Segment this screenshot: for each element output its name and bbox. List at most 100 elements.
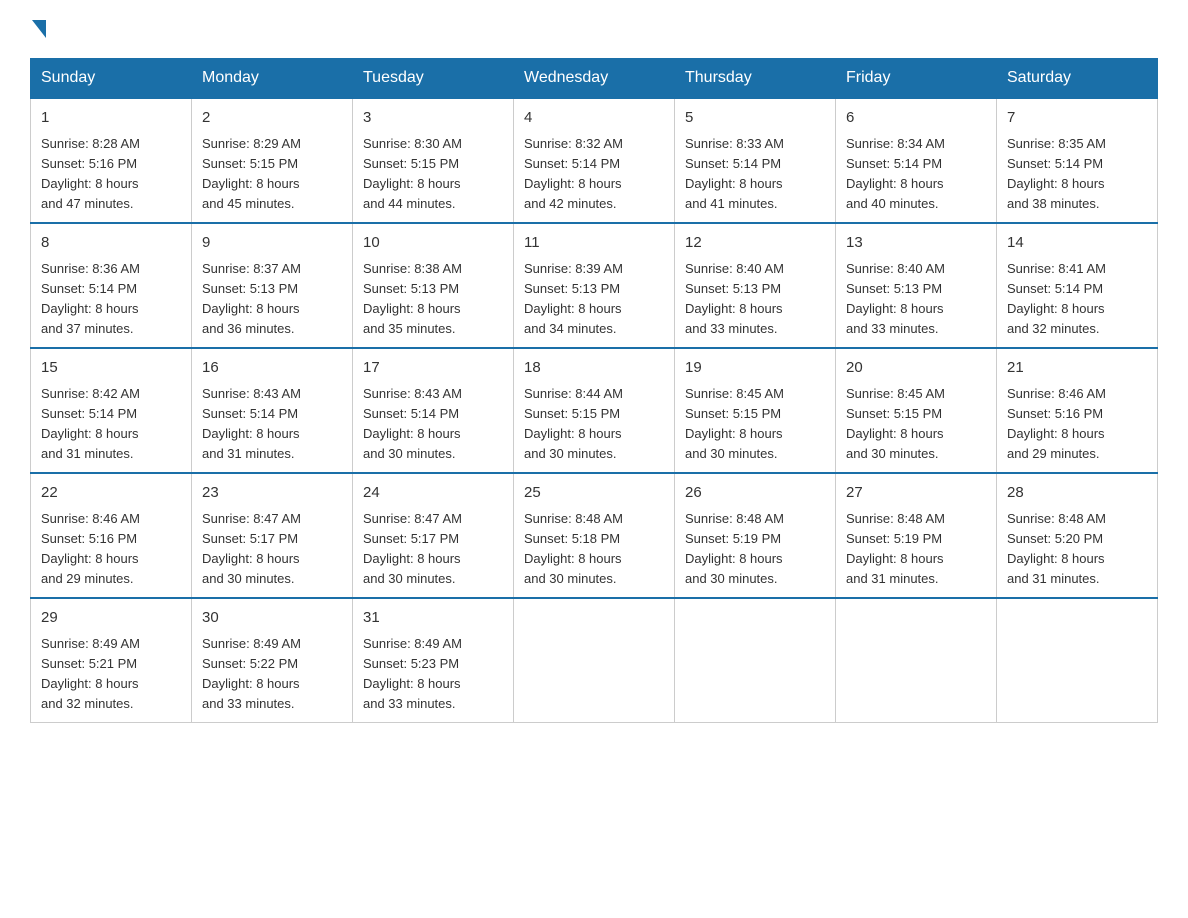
day-number: 9 — [202, 232, 342, 255]
calendar-day-cell: 5 Sunrise: 8:33 AMSunset: 5:14 PMDaylight… — [675, 98, 836, 223]
day-number: 22 — [41, 482, 181, 505]
header-wednesday: Wednesday — [514, 59, 675, 99]
day-number: 30 — [202, 607, 342, 630]
day-number: 2 — [202, 107, 342, 130]
calendar-day-cell: 17 Sunrise: 8:43 AMSunset: 5:14 PMDayligh… — [353, 348, 514, 473]
calendar-day-cell — [675, 598, 836, 723]
header-monday: Monday — [192, 59, 353, 99]
day-number: 31 — [363, 607, 503, 630]
day-number: 24 — [363, 482, 503, 505]
calendar-day-cell: 6 Sunrise: 8:34 AMSunset: 5:14 PMDaylight… — [836, 98, 997, 223]
day-number: 16 — [202, 357, 342, 380]
calendar-header-row: SundayMondayTuesdayWednesdayThursdayFrid… — [31, 59, 1158, 99]
calendar-day-cell: 27 Sunrise: 8:48 AMSunset: 5:19 PMDayligh… — [836, 473, 997, 598]
calendar-day-cell: 3Sunrise: 8:30 AMSunset: 5:15 PMDaylight… — [353, 98, 514, 223]
calendar-day-cell: 12 Sunrise: 8:40 AMSunset: 5:13 PMDayligh… — [675, 223, 836, 348]
calendar-week-row: 15 Sunrise: 8:42 AMSunset: 5:14 PMDayligh… — [31, 348, 1158, 473]
calendar-day-cell: 9 Sunrise: 8:37 AMSunset: 5:13 PMDaylight… — [192, 223, 353, 348]
calendar-day-cell: 2 Sunrise: 8:29 AMSunset: 5:15 PMDaylight… — [192, 98, 353, 223]
day-number: 4 — [524, 107, 664, 130]
calendar-day-cell: 20 Sunrise: 8:45 AMSunset: 5:15 PMDayligh… — [836, 348, 997, 473]
day-number: 17 — [363, 357, 503, 380]
calendar-day-cell: 23 Sunrise: 8:47 AMSunset: 5:17 PMDayligh… — [192, 473, 353, 598]
day-info: Sunrise: 8:39 AMSunset: 5:13 PMDaylight:… — [524, 259, 664, 340]
day-info: Sunrise: 8:28 AMSunset: 5:16 PMDaylight:… — [41, 134, 181, 215]
calendar-day-cell: 28Sunrise: 8:48 AMSunset: 5:20 PMDayligh… — [997, 473, 1158, 598]
day-number: 29 — [41, 607, 181, 630]
day-number: 12 — [685, 232, 825, 255]
day-number: 10 — [363, 232, 503, 255]
calendar-day-cell: 18 Sunrise: 8:44 AMSunset: 5:15 PMDayligh… — [514, 348, 675, 473]
calendar-day-cell: 25Sunrise: 8:48 AMSunset: 5:18 PMDayligh… — [514, 473, 675, 598]
day-number: 20 — [846, 357, 986, 380]
day-info: Sunrise: 8:49 AMSunset: 5:23 PMDaylight:… — [363, 634, 503, 715]
day-info: Sunrise: 8:38 AMSunset: 5:13 PMDaylight:… — [363, 259, 503, 340]
day-info: Sunrise: 8:36 AMSunset: 5:14 PMDaylight:… — [41, 259, 181, 340]
calendar-week-row: 22 Sunrise: 8:46 AMSunset: 5:16 PMDayligh… — [31, 473, 1158, 598]
day-number: 7 — [1007, 107, 1147, 130]
day-info: Sunrise: 8:40 AMSunset: 5:13 PMDaylight:… — [846, 259, 986, 340]
calendar-day-cell: 13Sunrise: 8:40 AMSunset: 5:13 PMDayligh… — [836, 223, 997, 348]
day-info: Sunrise: 8:32 AMSunset: 5:14 PMDaylight:… — [524, 134, 664, 215]
day-info: Sunrise: 8:48 AMSunset: 5:19 PMDaylight:… — [685, 509, 825, 590]
day-info: Sunrise: 8:48 AMSunset: 5:19 PMDaylight:… — [846, 509, 986, 590]
day-number: 19 — [685, 357, 825, 380]
calendar-day-cell: 1 Sunrise: 8:28 AMSunset: 5:16 PMDaylight… — [31, 98, 192, 223]
day-info: Sunrise: 8:34 AMSunset: 5:14 PMDaylight:… — [846, 134, 986, 215]
day-number: 5 — [685, 107, 825, 130]
logo — [30, 20, 48, 38]
day-info: Sunrise: 8:33 AMSunset: 5:14 PMDaylight:… — [685, 134, 825, 215]
header-thursday: Thursday — [675, 59, 836, 99]
day-info: Sunrise: 8:45 AMSunset: 5:15 PMDaylight:… — [685, 384, 825, 465]
calendar-day-cell: 22 Sunrise: 8:46 AMSunset: 5:16 PMDayligh… — [31, 473, 192, 598]
day-info: Sunrise: 8:29 AMSunset: 5:15 PMDaylight:… — [202, 134, 342, 215]
calendar-day-cell: 26Sunrise: 8:48 AMSunset: 5:19 PMDayligh… — [675, 473, 836, 598]
day-number: 15 — [41, 357, 181, 380]
calendar-day-cell: 21 Sunrise: 8:46 AMSunset: 5:16 PMDayligh… — [997, 348, 1158, 473]
day-info: Sunrise: 8:42 AMSunset: 5:14 PMDaylight:… — [41, 384, 181, 465]
day-number: 27 — [846, 482, 986, 505]
day-info: Sunrise: 8:49 AMSunset: 5:22 PMDaylight:… — [202, 634, 342, 715]
calendar-day-cell: 8 Sunrise: 8:36 AMSunset: 5:14 PMDaylight… — [31, 223, 192, 348]
day-number: 23 — [202, 482, 342, 505]
calendar-week-row: 8 Sunrise: 8:36 AMSunset: 5:14 PMDaylight… — [31, 223, 1158, 348]
day-number: 6 — [846, 107, 986, 130]
day-info: Sunrise: 8:46 AMSunset: 5:16 PMDaylight:… — [1007, 384, 1147, 465]
calendar-week-row: 29 Sunrise: 8:49 AMSunset: 5:21 PMDayligh… — [31, 598, 1158, 723]
calendar-day-cell — [514, 598, 675, 723]
calendar-day-cell: 31 Sunrise: 8:49 AMSunset: 5:23 PMDayligh… — [353, 598, 514, 723]
calendar-day-cell: 7 Sunrise: 8:35 AMSunset: 5:14 PMDaylight… — [997, 98, 1158, 223]
calendar-day-cell — [836, 598, 997, 723]
header-sunday: Sunday — [31, 59, 192, 99]
calendar-day-cell — [997, 598, 1158, 723]
day-info: Sunrise: 8:48 AMSunset: 5:20 PMDaylight:… — [1007, 509, 1147, 590]
calendar-week-row: 1 Sunrise: 8:28 AMSunset: 5:16 PMDaylight… — [31, 98, 1158, 223]
logo-arrow-icon — [32, 20, 46, 38]
calendar-day-cell: 19 Sunrise: 8:45 AMSunset: 5:15 PMDayligh… — [675, 348, 836, 473]
day-info: Sunrise: 8:47 AMSunset: 5:17 PMDaylight:… — [363, 509, 503, 590]
calendar-day-cell: 24 Sunrise: 8:47 AMSunset: 5:17 PMDayligh… — [353, 473, 514, 598]
day-info: Sunrise: 8:49 AMSunset: 5:21 PMDaylight:… — [41, 634, 181, 715]
day-info: Sunrise: 8:47 AMSunset: 5:17 PMDaylight:… — [202, 509, 342, 590]
day-number: 21 — [1007, 357, 1147, 380]
day-info: Sunrise: 8:40 AMSunset: 5:13 PMDaylight:… — [685, 259, 825, 340]
day-info: Sunrise: 8:43 AMSunset: 5:14 PMDaylight:… — [202, 384, 342, 465]
day-info: Sunrise: 8:45 AMSunset: 5:15 PMDaylight:… — [846, 384, 986, 465]
calendar-day-cell: 29 Sunrise: 8:49 AMSunset: 5:21 PMDayligh… — [31, 598, 192, 723]
header-friday: Friday — [836, 59, 997, 99]
day-info: Sunrise: 8:44 AMSunset: 5:15 PMDaylight:… — [524, 384, 664, 465]
day-info: Sunrise: 8:48 AMSunset: 5:18 PMDaylight:… — [524, 509, 664, 590]
day-info: Sunrise: 8:35 AMSunset: 5:14 PMDaylight:… — [1007, 134, 1147, 215]
day-info: Sunrise: 8:46 AMSunset: 5:16 PMDaylight:… — [41, 509, 181, 590]
day-number: 1 — [41, 107, 181, 130]
calendar-day-cell: 4 Sunrise: 8:32 AMSunset: 5:14 PMDaylight… — [514, 98, 675, 223]
calendar-day-cell: 16 Sunrise: 8:43 AMSunset: 5:14 PMDayligh… — [192, 348, 353, 473]
day-info: Sunrise: 8:41 AMSunset: 5:14 PMDaylight:… — [1007, 259, 1147, 340]
calendar-table: SundayMondayTuesdayWednesdayThursdayFrid… — [30, 58, 1158, 723]
day-info: Sunrise: 8:43 AMSunset: 5:14 PMDaylight:… — [363, 384, 503, 465]
day-number: 8 — [41, 232, 181, 255]
day-number: 18 — [524, 357, 664, 380]
day-info: Sunrise: 8:37 AMSunset: 5:13 PMDaylight:… — [202, 259, 342, 340]
header-tuesday: Tuesday — [353, 59, 514, 99]
calendar-day-cell: 15 Sunrise: 8:42 AMSunset: 5:14 PMDayligh… — [31, 348, 192, 473]
